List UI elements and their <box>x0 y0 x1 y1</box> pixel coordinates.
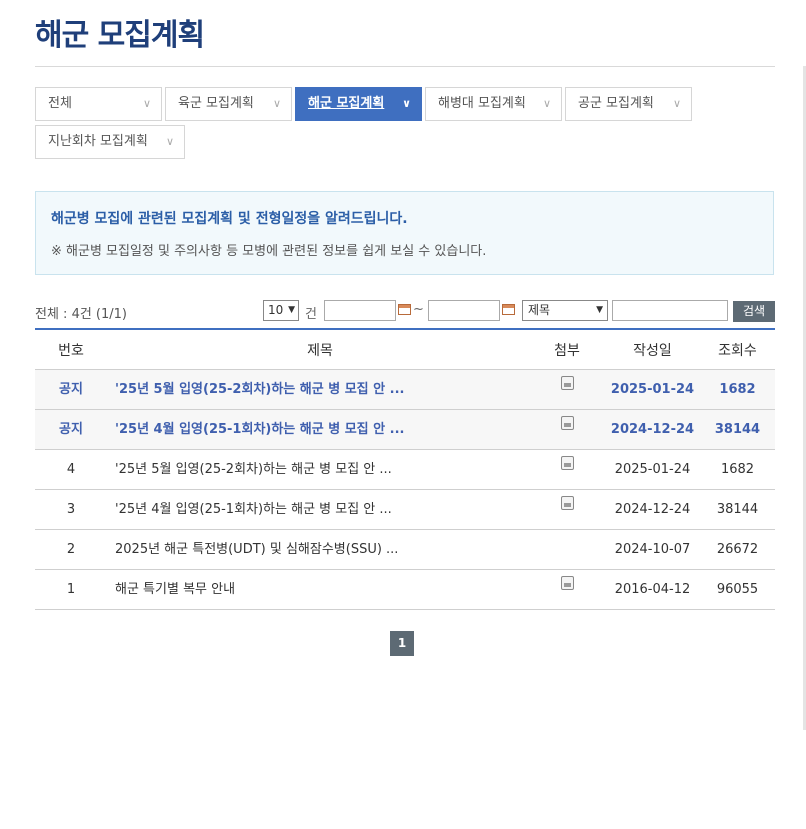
tab-label: 해군 모집계획 <box>308 96 385 111</box>
row-title-link[interactable]: '25년 5월 입영(25-2회차)하는 해군 병 모집 안 ... <box>115 370 535 409</box>
search-toolbar: 전체 : 4건 (1/1) 10 ▼ 건 ~ 제목 ▼ 검색 <box>35 298 775 324</box>
row-views: 96055 <box>716 582 759 597</box>
date-range-separator: ~ <box>413 302 424 317</box>
end-date-input[interactable] <box>428 300 500 321</box>
pagination-page-1[interactable]: 1 <box>390 631 414 656</box>
calendar-icon[interactable] <box>398 304 411 315</box>
file-icon[interactable] <box>560 575 574 590</box>
chevron-down-icon: ∨ <box>402 97 411 110</box>
row-views: 38144 <box>714 422 761 437</box>
row-date: 2025-01-24 <box>610 382 695 397</box>
row-no: 공지 <box>59 422 83 437</box>
row-title-link[interactable]: '25년 4월 입영(25-1회차)하는 해군 병 모집 안 ... <box>115 490 535 529</box>
attachment-cell <box>545 410 589 449</box>
row-no: 3 <box>66 502 76 517</box>
row-views: 1682 <box>720 462 755 477</box>
tab-label: 해병대 모집계획 <box>438 96 526 111</box>
tab-marines[interactable]: 해병대 모집계획 ∨ <box>425 87 562 121</box>
board-table: 번호 제목 첨부 작성일 조회수 공지 '25년 5월 입영(25-2회차)하는… <box>35 328 775 610</box>
row-date: 2024-12-24 <box>610 422 695 437</box>
table-row: 공지 '25년 5월 입영(25-2회차)하는 해군 병 모집 안 ... 20… <box>35 370 775 410</box>
header-date: 작성일 <box>633 343 672 359</box>
header-title: 제목 <box>307 343 333 359</box>
chevron-down-icon: ∨ <box>542 97 551 110</box>
search-field-value: 제목 <box>528 303 551 317</box>
row-no: 2 <box>66 542 76 557</box>
row-views: 1682 <box>719 382 756 397</box>
row-date: 2025-01-24 <box>614 462 691 477</box>
title-divider <box>35 66 775 67</box>
tab-airforce[interactable]: 공군 모집계획 ∨ <box>565 87 692 121</box>
row-views: 38144 <box>716 502 759 517</box>
header-views: 조회수 <box>718 343 757 359</box>
table-row: 1 해군 특기별 복무 안내 2016-04-12 96055 <box>35 570 775 610</box>
chevron-down-icon: ∨ <box>272 97 281 110</box>
row-no: 공지 <box>59 382 83 397</box>
tab-all[interactable]: 전체 ∨ <box>35 87 162 121</box>
tab-label: 공군 모집계획 <box>578 96 654 111</box>
tab-label: 전체 <box>48 96 72 111</box>
tab-label: 육군 모집계획 <box>178 96 254 111</box>
row-title-link[interactable]: 2025년 해군 특전병(UDT) 및 심해잠수병(SSU) ... <box>115 530 535 569</box>
file-icon[interactable] <box>560 375 574 390</box>
search-field-select[interactable]: 제목 ▼ <box>522 300 608 321</box>
table-row: 4 '25년 5월 입영(25-2회차)하는 해군 병 모집 안 ... 202… <box>35 450 775 490</box>
file-icon[interactable] <box>560 495 574 510</box>
attachment-cell <box>545 490 589 529</box>
calendar-icon[interactable] <box>502 304 515 315</box>
page-size-unit: 건 <box>305 307 317 322</box>
tab-label: 지난회차 모집계획 <box>48 134 148 149</box>
row-date: 2024-10-07 <box>614 542 691 557</box>
row-no: 1 <box>66 582 76 597</box>
start-date-input[interactable] <box>324 300 396 321</box>
page-title: 해군 모집계획 <box>35 18 205 53</box>
row-date: 2024-12-24 <box>614 502 691 517</box>
tab-navy[interactable]: 해군 모집계획 ∨ <box>295 87 422 121</box>
chevron-down-icon: ▼ <box>596 305 603 315</box>
header-attach: 첨부 <box>554 343 580 359</box>
page-size-value: 10 <box>268 303 284 317</box>
tab-army[interactable]: 육군 모집계획 ∨ <box>165 87 292 121</box>
row-no: 4 <box>66 462 76 477</box>
info-headline: 해군병 모집에 관련된 모집계획 및 전형일정을 알려드립니다. <box>51 211 408 227</box>
file-icon[interactable] <box>560 415 574 430</box>
chevron-down-icon: ∨ <box>142 97 151 110</box>
total-count: 전체 : 4건 (1/1) <box>35 307 127 322</box>
info-description: ※ 해군병 모집일정 및 주의사항 등 모병에 관련된 정보를 쉽게 보실 수 … <box>51 244 487 259</box>
row-views: 26672 <box>716 542 759 557</box>
attachment-cell <box>545 450 589 489</box>
file-icon[interactable] <box>560 455 574 470</box>
info-box: 해군병 모집에 관련된 모집계획 및 전형일정을 알려드립니다. ※ 해군병 모… <box>35 191 774 275</box>
search-input[interactable] <box>612 300 728 321</box>
search-button[interactable]: 검색 <box>733 301 775 322</box>
table-row: 2 2025년 해군 특전병(UDT) 및 심해잠수병(SSU) ... 202… <box>35 530 775 570</box>
row-date: 2016-04-12 <box>614 582 691 597</box>
chevron-down-icon: ▼ <box>288 305 295 315</box>
row-title-link[interactable]: '25년 5월 입영(25-2회차)하는 해군 병 모집 안 ... <box>115 450 535 489</box>
page-size-select[interactable]: 10 ▼ <box>263 300 299 321</box>
header-no: 번호 <box>58 343 84 359</box>
tab-past-rounds[interactable]: 지난회차 모집계획 ∨ <box>35 125 185 159</box>
chevron-down-icon: ∨ <box>672 97 681 110</box>
chevron-down-icon: ∨ <box>165 135 174 148</box>
row-title-link[interactable]: '25년 4월 입영(25-1회차)하는 해군 병 모집 안 ... <box>115 410 535 449</box>
attachment-cell <box>545 570 589 609</box>
table-row: 3 '25년 4월 입영(25-1회차)하는 해군 병 모집 안 ... 202… <box>35 490 775 530</box>
table-row: 공지 '25년 4월 입영(25-1회차)하는 해군 병 모집 안 ... 20… <box>35 410 775 450</box>
attachment-cell <box>545 370 589 409</box>
table-header: 번호 제목 첨부 작성일 조회수 <box>35 328 775 370</box>
row-title-link[interactable]: 해군 특기별 복무 안내 <box>115 570 535 609</box>
